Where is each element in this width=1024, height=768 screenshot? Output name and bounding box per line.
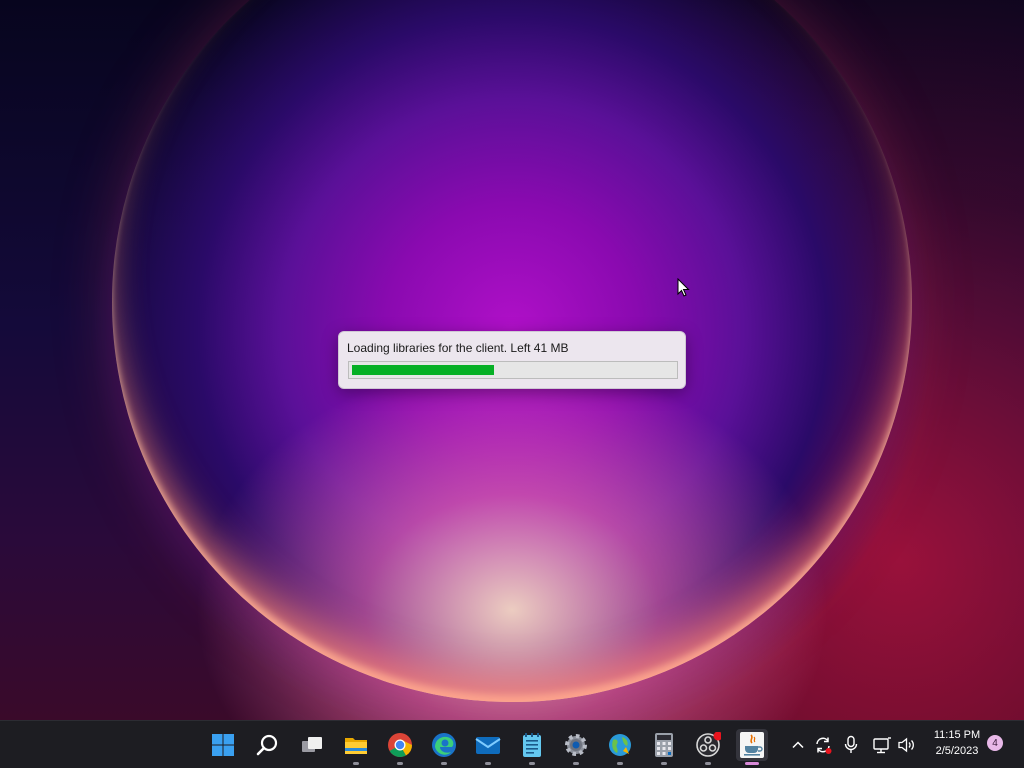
chrome-button[interactable] — [384, 729, 416, 765]
running-indicator — [705, 762, 711, 765]
obs-button[interactable] — [692, 729, 724, 765]
globe-icon — [609, 734, 631, 756]
search-icon — [256, 734, 278, 756]
obs-icon — [696, 732, 721, 757]
running-indicator — [353, 762, 359, 765]
java-icon — [740, 732, 764, 758]
network-tray-button[interactable] — [870, 733, 894, 757]
maps-button[interactable] — [604, 729, 636, 765]
mail-icon — [475, 737, 501, 754]
mail-button[interactable] — [472, 729, 504, 765]
chrome-icon — [388, 733, 412, 758]
running-indicator — [485, 762, 491, 765]
settings-button[interactable] — [560, 729, 592, 765]
task-view-icon — [302, 737, 322, 752]
volume-icon — [898, 737, 914, 753]
running-indicator — [661, 762, 667, 765]
microphone-tray-button[interactable] — [839, 733, 863, 757]
calculator-button[interactable] — [648, 729, 680, 765]
clock-date: 2/5/2023 — [935, 745, 979, 757]
file-explorer-button[interactable] — [340, 729, 372, 765]
network-icon — [873, 737, 891, 754]
clock[interactable]: 11:15 PM 2/5/2023 — [926, 727, 988, 759]
progress-fill — [352, 365, 494, 375]
sync-icon — [816, 737, 832, 754]
mouse-cursor-icon — [677, 278, 690, 297]
active-indicator — [745, 762, 759, 765]
running-indicator — [529, 762, 535, 765]
taskbar: 11:15 PM 2/5/2023 — [0, 720, 1024, 768]
notification-badge[interactable]: 4 — [987, 735, 1003, 751]
start-button[interactable] — [207, 729, 239, 761]
running-indicator — [573, 762, 579, 765]
show-hidden-icons-button[interactable] — [786, 733, 810, 757]
progress-bar — [348, 361, 678, 379]
notepad-icon — [523, 733, 541, 757]
notepad-button[interactable] — [516, 729, 548, 765]
search-button[interactable] — [251, 729, 283, 761]
loading-dialog: Loading libraries for the client. Left 4… — [338, 331, 686, 389]
sync-tray-button[interactable] — [811, 733, 835, 757]
calculator-icon — [655, 733, 673, 757]
loading-message: Loading libraries for the client. Left 4… — [347, 341, 569, 355]
running-indicator — [617, 762, 623, 765]
edge-icon — [432, 733, 456, 757]
java-button[interactable] — [736, 729, 768, 765]
volume-tray-button[interactable] — [895, 733, 919, 757]
windows-logo-icon — [212, 734, 234, 756]
microphone-icon — [844, 735, 858, 753]
folder-icon — [345, 738, 367, 754]
running-indicator — [441, 762, 447, 765]
gear-icon — [565, 734, 587, 756]
edge-button[interactable] — [428, 729, 460, 765]
running-indicator — [397, 762, 403, 765]
chevron-up-icon — [792, 741, 804, 749]
task-view-button[interactable] — [296, 729, 328, 761]
clock-time: 11:15 PM — [933, 729, 981, 741]
